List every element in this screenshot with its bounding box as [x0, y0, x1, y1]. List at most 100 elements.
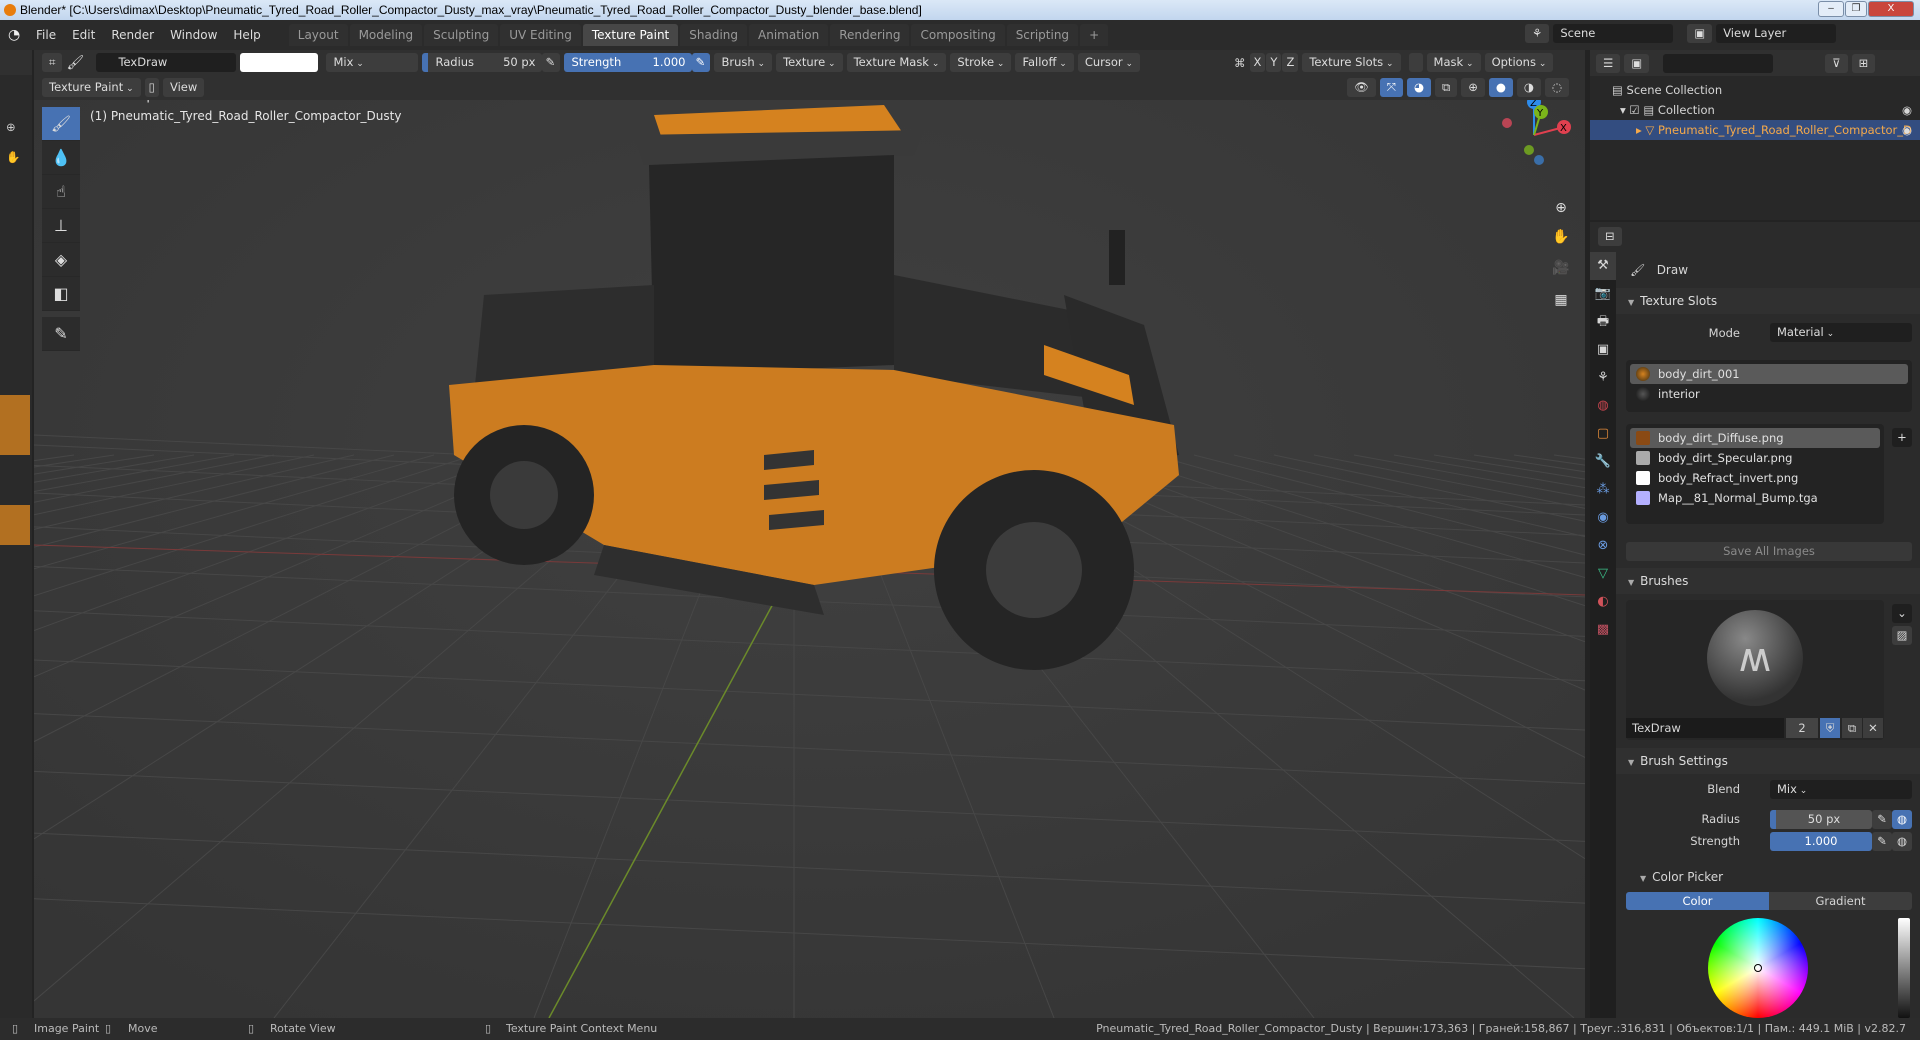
tool-soften-icon[interactable]: 💧	[42, 141, 80, 175]
tab-material-icon[interactable]: ◐	[1590, 588, 1616, 616]
view-layer-selector[interactable]: View Layer	[1716, 24, 1837, 43]
outliner-filter-icon[interactable]: ⊽	[1825, 53, 1848, 73]
tab-tool-icon[interactable]: ⚒	[1590, 252, 1616, 280]
shading-rendered-icon[interactable]: ◌	[1544, 78, 1569, 97]
brush-settings-panel-header[interactable]: ▼ Brush Settings	[1616, 748, 1920, 774]
brush-blend-dropdown[interactable]: Mix	[1770, 780, 1912, 799]
outliner-filter-mode-icon[interactable]: ▣	[1624, 53, 1650, 73]
camera-view-icon[interactable]: 🎥	[1548, 255, 1574, 281]
stroke-menu[interactable]: Stroke	[950, 53, 1012, 72]
strength-unit-icon[interactable]: ◍	[1892, 832, 1912, 851]
hand-icon[interactable]: ✋	[6, 150, 20, 164]
menu-window[interactable]: Window	[162, 28, 225, 42]
tab-uv-editing[interactable]: UV Editing	[500, 24, 581, 46]
tool-mask-icon[interactable]: ◧	[42, 277, 80, 311]
tab-shading[interactable]: Shading	[680, 24, 747, 46]
radius-pressure-icon[interactable]: ✎	[1872, 810, 1892, 829]
color-picker-subpanel-header[interactable]: ▼ Color Picker	[1640, 870, 1723, 884]
tab-layout[interactable]: Layout	[288, 24, 348, 46]
shading-solid-icon[interactable]: ●	[1488, 78, 1513, 97]
tab-constraints-icon[interactable]: ⊗	[1590, 532, 1616, 560]
visibility-icon[interactable]: 👁	[1347, 78, 1376, 97]
duplicate-brush-icon[interactable]: ⧉	[1842, 718, 1862, 738]
add-texture-slot-button[interactable]: +	[1892, 428, 1912, 447]
brush-custom-icon[interactable]: ▨	[1892, 626, 1912, 645]
visibility-eye-icon[interactable]: ◉	[1902, 100, 1912, 120]
menu-help[interactable]: Help	[225, 28, 268, 42]
gradient-tab[interactable]: Gradient	[1769, 892, 1912, 910]
tool-smear-icon[interactable]: ☝	[42, 175, 80, 209]
shading-wireframe-icon[interactable]: ⊕	[1461, 78, 1485, 97]
tab-data-icon[interactable]: ▽	[1590, 560, 1616, 588]
menu-render[interactable]: Render	[103, 28, 162, 42]
view-layer-icon[interactable]: ▣	[1687, 24, 1713, 43]
add-workspace-button[interactable]: +	[1080, 24, 1109, 46]
texture-slots-menu[interactable]: Texture Slots	[1302, 53, 1401, 72]
tab-object-icon[interactable]: ▢	[1590, 420, 1616, 448]
brush-strength-slider[interactable]: 1.000	[1770, 832, 1872, 851]
zoom-view-icon[interactable]: ⊕	[1548, 195, 1574, 221]
tab-scene-icon[interactable]: ⚘	[1590, 364, 1616, 392]
material-slot-item[interactable]: body_dirt_001	[1630, 364, 1908, 384]
editor-type-icon[interactable]: ⌗	[42, 53, 63, 72]
radius-slider[interactable]: Radius 50 px	[422, 53, 543, 72]
tab-render-icon[interactable]: 📷	[1590, 280, 1616, 308]
tab-world-icon[interactable]: ◍	[1590, 392, 1616, 420]
mask-checkbox[interactable]	[1408, 53, 1423, 72]
mask-mode-icon[interactable]: ▯	[144, 78, 159, 97]
outliner-search-input[interactable]	[1663, 53, 1774, 73]
tab-scripting[interactable]: Scripting	[1006, 24, 1079, 46]
image-slot-item[interactable]: body_dirt_Diffuse.png	[1630, 428, 1880, 448]
properties-editor-type-icon[interactable]: ⊟	[1598, 226, 1622, 246]
brushes-panel-header[interactable]: ▼ Brushes	[1616, 568, 1920, 594]
tab-output-icon[interactable]: 🖶	[1590, 308, 1616, 336]
radius-unit-icon[interactable]: ◍	[1892, 810, 1912, 829]
fake-user-shield-icon[interactable]: ⛨	[1820, 718, 1840, 738]
blend-dropdown[interactable]: Mix	[326, 53, 419, 72]
3d-viewport[interactable]: User Perspective (1) Pneumatic_Tyred_Roa…	[34, 75, 1585, 1018]
save-all-images-button[interactable]: Save All Images	[1626, 542, 1912, 561]
view-menu[interactable]: View	[162, 78, 205, 97]
falloff-menu[interactable]: Falloff	[1015, 53, 1074, 72]
tool-clone-icon[interactable]: ⊥	[42, 209, 80, 243]
tool-fill-icon[interactable]: ◈	[42, 243, 80, 277]
zoom-icon[interactable]: ⊕	[6, 120, 16, 134]
tab-compositing[interactable]: Compositing	[911, 24, 1005, 46]
tab-particles-icon[interactable]: ⁂	[1590, 476, 1616, 504]
object-row[interactable]: ▸ ▽ Pneumatic_Tyred_Road_Roller_Compacto…	[1590, 120, 1920, 140]
brush-name-field[interactable]: TexDraw	[96, 53, 237, 72]
ortho-toggle-icon[interactable]: ▦	[1548, 287, 1574, 313]
tab-physics-icon[interactable]: ◉	[1590, 504, 1616, 532]
scene-icon[interactable]: ⚘	[1525, 24, 1550, 43]
options-menu[interactable]: Options	[1484, 53, 1554, 72]
uv-editor-sliver[interactable]: ⊕ ✋	[0, 50, 32, 1018]
material-slot-item[interactable]: interior	[1630, 384, 1908, 404]
brush-color-swatch[interactable]	[240, 53, 319, 72]
tab-animation[interactable]: Animation	[749, 24, 829, 46]
color-tab[interactable]: Color	[1626, 892, 1769, 910]
image-slot-item[interactable]: body_Refract_invert.png	[1630, 468, 1880, 488]
new-collection-icon[interactable]: ⊞	[1851, 53, 1876, 73]
scene-collection-row[interactable]: ▤ Scene Collection	[1612, 80, 1722, 100]
xray-icon[interactable]: ⧉	[1435, 78, 1458, 97]
mirror-x-toggle[interactable]: X	[1249, 53, 1266, 72]
mirror-y-toggle[interactable]: Y	[1266, 53, 1282, 72]
color-wheel[interactable]	[1708, 918, 1808, 1018]
blender-menu-icon[interactable]: ◔	[8, 27, 28, 43]
shading-material-icon[interactable]: ◑	[1516, 78, 1541, 97]
texture-slots-panel-header[interactable]: ▼ Texture Slots	[1616, 288, 1920, 314]
mirror-z-toggle[interactable]: Z	[1282, 53, 1299, 72]
mode-dropdown[interactable]: Texture Paint	[42, 78, 141, 97]
navigation-gizmo[interactable]: Z Y X	[1489, 90, 1579, 180]
tab-rendering[interactable]: Rendering	[830, 24, 910, 46]
strength-slider[interactable]: Strength 1.000	[564, 53, 693, 72]
close-button[interactable]: X	[1868, 1, 1914, 17]
image-slot-item[interactable]: body_dirt_Specular.png	[1630, 448, 1880, 468]
tab-modeling[interactable]: Modeling	[349, 24, 423, 46]
gizmo-toggle-icon[interactable]: ⤧	[1379, 78, 1403, 97]
pan-view-icon[interactable]: ✋	[1548, 224, 1574, 250]
tab-texture-icon[interactable]: ▩	[1590, 616, 1616, 644]
slot-mode-dropdown[interactable]: Material	[1770, 323, 1912, 342]
brush-list-expand-icon[interactable]: ⌄	[1892, 604, 1912, 623]
brush-radius-slider[interactable]: 50 px	[1770, 810, 1872, 829]
